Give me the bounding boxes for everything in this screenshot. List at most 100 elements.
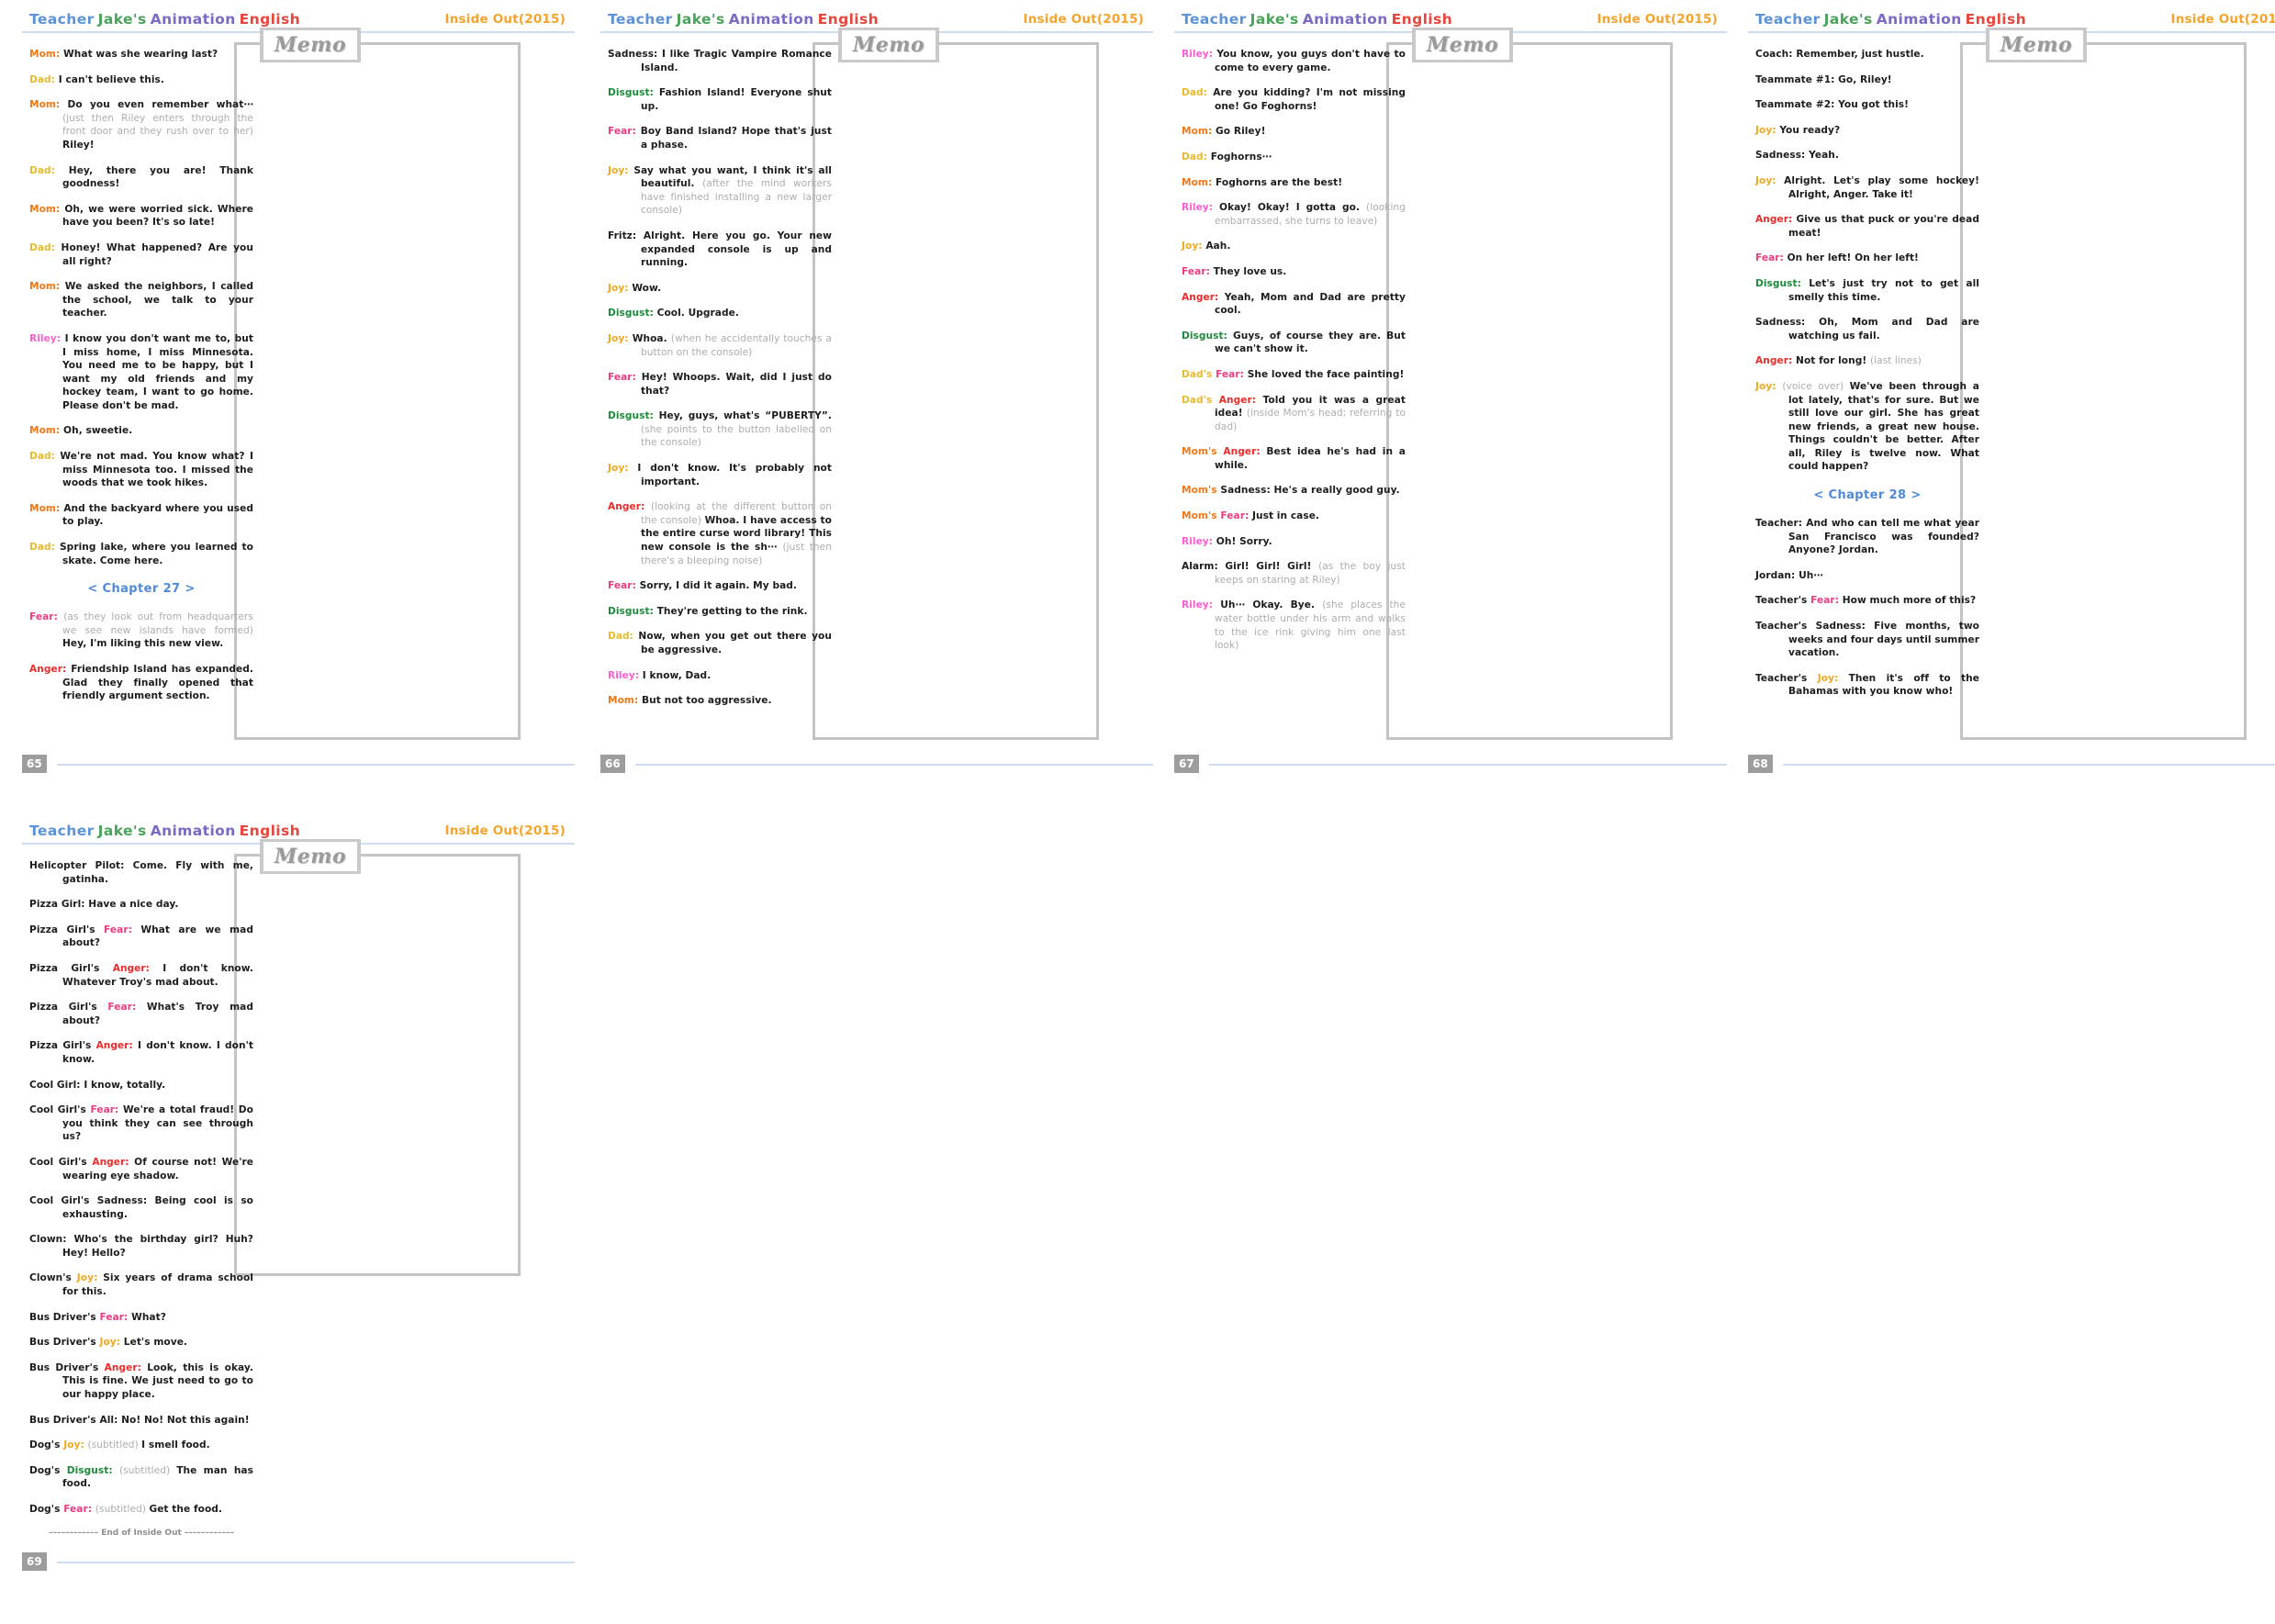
dialogue-line: Bus Driver's Anger: Look, this is okay. …	[29, 1361, 253, 1402]
brand-word-teacher: Teacher	[608, 11, 673, 28]
speaker-label: Mom's	[1182, 510, 1221, 522]
dialogue-text: I know you don't want me to, but I miss …	[62, 332, 253, 411]
movie-title: Inside Out(2015)	[444, 12, 566, 27]
dialogue-line: Riley: You know, you guys don't have to …	[1182, 48, 1406, 74]
dialogue-line: Dad's Fear: She loved the face painting!	[1182, 368, 1406, 382]
dialogue-text: Oh, we were worried sick. Where have you…	[62, 203, 253, 229]
dialogue-text: Aah.	[1205, 241, 1231, 252]
speaker-label: Helicopter Pilot:	[29, 860, 125, 871]
memo-tab: Memo	[838, 28, 939, 62]
dialogue-text: Have a nice day.	[88, 899, 179, 911]
dialogue-column: Helicopter Pilot: Come. Fly with me, gat…	[9, 846, 253, 1538]
dialogue-text: We're not mad. You know what? I miss Min…	[60, 451, 253, 489]
dialogue-line: Pizza Girl's Fear: What are we mad about…	[29, 924, 253, 950]
brand-word-teacher: Teacher	[29, 11, 95, 28]
worksheet-page: Teacher Jake's Animation English Inside Out(…	[1161, 7, 1731, 778]
brand-title: Teacher Jake's Animation English	[608, 11, 882, 28]
movie-title: Inside Out(2015)	[1023, 12, 1144, 27]
memo-box[interactable]	[234, 854, 521, 1276]
speaker-label: Dad's	[1182, 368, 1216, 380]
memo-label: Memo	[852, 33, 925, 57]
stage-direction: (subtitled)	[118, 1464, 177, 1476]
speaker-label: Joy:	[1755, 124, 1776, 136]
stage-direction: (as they look out from headquarters we s…	[62, 611, 253, 636]
speaker-label: Mom:	[29, 425, 61, 437]
dialogue-line: Sadness: I like Tragic Vampire Romance I…	[608, 48, 832, 74]
dialogue-line: Mom: But not too aggressive.	[608, 694, 832, 708]
dialogue-line: Dog's Fear: (subtitled) Get the food.	[29, 1503, 253, 1517]
dialogue-line: Dad: Hey, there you are! Thank goodness!	[29, 164, 253, 191]
dialogue-text: Whoa.	[632, 332, 671, 344]
dialogue-line: Fear: Hey! Whoops. Wait, did I just do t…	[608, 371, 832, 398]
worksheet-page: Teacher Jake's Animation English Inside Out(…	[588, 7, 1157, 778]
speaker-label: Joy:	[1755, 380, 1776, 392]
dialogue-line: Riley: I know you don't want me to, but …	[29, 332, 253, 413]
speaker-label: Coach:	[1755, 49, 1793, 60]
dialogue-line: Cool Girl's Anger: Of course not! We're …	[29, 1156, 253, 1182]
dialogue-line: Mom: And the backyard where you used to …	[29, 502, 253, 529]
dialogue-line: Riley: Uh⋯ Okay. Bye. (she places the wa…	[1182, 599, 1406, 652]
speaker-label: Mom's	[1182, 485, 1221, 497]
speaker-label: Fear:	[104, 924, 132, 935]
dialogue-text: I don't know. It's probably not importan…	[637, 463, 832, 487]
memo-label: Memo	[2000, 33, 2073, 57]
dialogue-line: Dad: We're not mad. You know what? I mis…	[29, 450, 253, 490]
dialogue-text: And who can tell me what year San Franci…	[1788, 518, 1979, 556]
memo-label: Memo	[274, 845, 347, 868]
stage-direction: (last lines)	[1869, 355, 1922, 367]
memo-area: Memo	[1960, 28, 2247, 740]
dialogue-text: Boy Band Island? Hope that's just a phas…	[640, 126, 832, 151]
dialogue-column: Sadness: I like Tragic Vampire Romance I…	[588, 35, 832, 708]
speaker-label: Teacher's	[1755, 672, 1818, 684]
dialogue-text: They're getting to the rink.	[656, 605, 808, 617]
brand-word-animation: Animation	[728, 11, 814, 28]
dialogue-line: Alarm: Girl! Girl! Girl! (as the boy jus…	[1182, 560, 1406, 587]
dialogue-line: Anger: Yeah, Mom and Dad are pretty cool…	[1182, 291, 1406, 318]
dialogue-line: Fear: (as they look out from headquarter…	[29, 610, 253, 651]
dialogue-text: Not for long!	[1796, 355, 1870, 367]
dialogue-text: Friendship Island has expanded. Glad the…	[62, 664, 253, 702]
speaker-label: Pizza Girl:	[29, 899, 85, 911]
speaker-label: Teacher's	[1755, 621, 1816, 633]
speaker-label: Fear:	[1182, 265, 1210, 277]
dialogue-text: Fashion Island! Everyone shut up.	[641, 87, 832, 112]
speaker-label: Pizza Girl's	[29, 1040, 96, 1052]
memo-box[interactable]	[1960, 42, 2247, 740]
speaker-label: Fear:	[608, 372, 636, 384]
memo-tab: Memo	[1986, 28, 2087, 62]
dialogue-line: Riley: Okay! Okay! I gotta go. (looking …	[1182, 201, 1406, 228]
speaker-label: Sadness:	[1755, 150, 1806, 162]
memo-box[interactable]	[234, 42, 521, 740]
dialogue-line: Helicopter Pilot: Come. Fly with me, gat…	[29, 859, 253, 886]
dialogue-line: Joy: Aah.	[1182, 240, 1406, 253]
memo-box[interactable]	[1386, 42, 1673, 740]
speaker-label: Anger:	[1755, 214, 1793, 226]
memo-area: Memo	[812, 28, 1099, 740]
brand-word-jakes: Jake's	[1250, 11, 1299, 28]
footer-divider	[1783, 764, 2275, 766]
dialogue-line: Dad: Foghorns⋯	[1182, 151, 1406, 164]
dialogue-text: Just in case.	[1252, 510, 1320, 522]
brand-word-jakes: Jake's	[97, 11, 147, 28]
dialogue-line: Dad: Spring lake, where you learned to s…	[29, 541, 253, 567]
dialogue-line: Bus Driver's Fear: What?	[29, 1311, 253, 1325]
dialogue-text: Okay! Okay! I gotta go.	[1219, 202, 1367, 214]
memo-box[interactable]	[812, 42, 1099, 740]
brand-word-english: English	[239, 11, 301, 28]
dialogue-text: How much more of this?	[1842, 595, 1977, 607]
dialogue-text: We've been through a lot lately, that's …	[1788, 380, 1979, 473]
memo-label: Memo	[1426, 33, 1499, 57]
speaker-label: Fear:	[608, 126, 636, 138]
speaker-label: Joy:	[76, 1272, 98, 1284]
dialogue-line: Mom's Fear: Just in case.	[1182, 510, 1406, 523]
page-footer: 66	[588, 754, 1157, 778]
speaker-label: Mom:	[29, 49, 61, 60]
speaker-label: Sadness:	[96, 1195, 148, 1207]
dialogue-text: Remember, just hustle.	[1796, 49, 1924, 60]
speaker-label: Joy:	[608, 463, 629, 475]
speaker-label: Anger:	[29, 664, 67, 675]
speaker-label: Dad:	[29, 241, 55, 253]
memo-area: Memo	[1386, 28, 1673, 740]
speaker-label: Sadness:	[608, 49, 658, 60]
speaker-label: Disgust:	[608, 87, 654, 99]
